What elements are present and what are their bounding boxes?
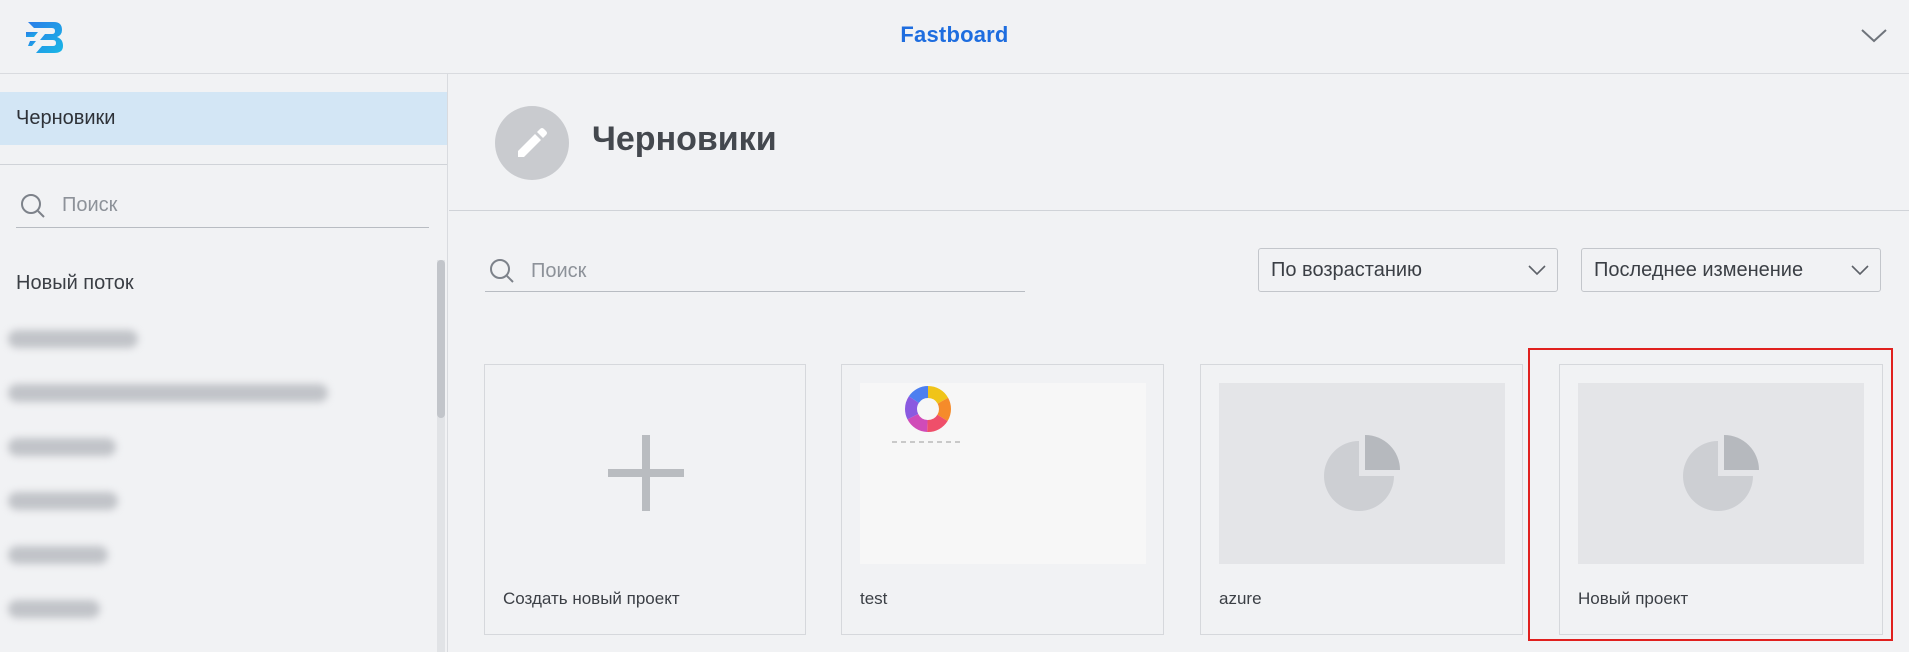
page-divider: [449, 210, 1909, 211]
donut-chart-icon: [892, 386, 960, 443]
search-icon: [490, 259, 514, 283]
pie-chart-icon: [1324, 435, 1400, 511]
sidebar-flow-title[interactable]: Новый поток: [16, 272, 134, 295]
card-label: Создать новый проект: [503, 589, 680, 608]
sidebar-item-blurred[interactable]: [8, 492, 118, 510]
projects-search-input[interactable]: [529, 256, 1009, 286]
pie-chart-icon: [1683, 435, 1759, 511]
sidebar-item-drafts[interactable]: Черновики: [0, 92, 447, 145]
plus-icon: [608, 435, 684, 511]
sort-field-value: Последнее изменение: [1594, 259, 1804, 281]
sidebar-scrollbar[interactable]: [437, 260, 445, 652]
card-label: Новый проект: [1578, 589, 1689, 608]
card-label: azure: [1219, 589, 1262, 608]
sidebar-item-blurred[interactable]: [8, 384, 328, 402]
app-title: Fastboard: [900, 22, 1009, 47]
project-card[interactable]: Новый проект: [1559, 364, 1883, 635]
sort-field-select[interactable]: Последнее изменение: [1581, 248, 1881, 292]
chevron-down-icon[interactable]: [1859, 22, 1889, 48]
sort-order-select[interactable]: По возрастанию: [1258, 248, 1558, 292]
chevron-down-icon: [1528, 265, 1546, 276]
chevron-down-icon: [1851, 265, 1869, 276]
page-icon: [495, 106, 569, 180]
sidebar: Черновики Новый поток: [0, 74, 448, 652]
sidebar-item-blurred[interactable]: [8, 330, 138, 348]
sidebar-item-blurred[interactable]: [8, 546, 108, 564]
project-card[interactable]: test: [841, 364, 1164, 635]
main-content: Черновики По возрастанию Последнее измен…: [449, 74, 1909, 652]
page-title: Черновики: [592, 120, 777, 158]
scrollbar-thumb[interactable]: [437, 260, 445, 418]
sidebar-search: [16, 182, 429, 228]
sort-order-value: По возрастанию: [1271, 259, 1423, 281]
create-project-card[interactable]: Создать новый проект: [484, 364, 806, 635]
project-thumbnail: [1219, 383, 1505, 564]
sidebar-search-input[interactable]: [60, 190, 420, 220]
card-label: test: [860, 589, 888, 608]
project-thumbnail: [860, 383, 1146, 564]
pencil-icon: [518, 128, 547, 157]
projects-search: [485, 250, 1025, 292]
sidebar-item-blurred[interactable]: [8, 438, 116, 456]
project-thumbnail: [1578, 383, 1864, 564]
sidebar-divider: [0, 164, 447, 165]
sidebar-item-blurred[interactable]: [8, 600, 100, 618]
project-card[interactable]: azure: [1200, 364, 1523, 635]
top-header: Fastboard: [0, 0, 1909, 74]
search-icon: [21, 194, 45, 218]
